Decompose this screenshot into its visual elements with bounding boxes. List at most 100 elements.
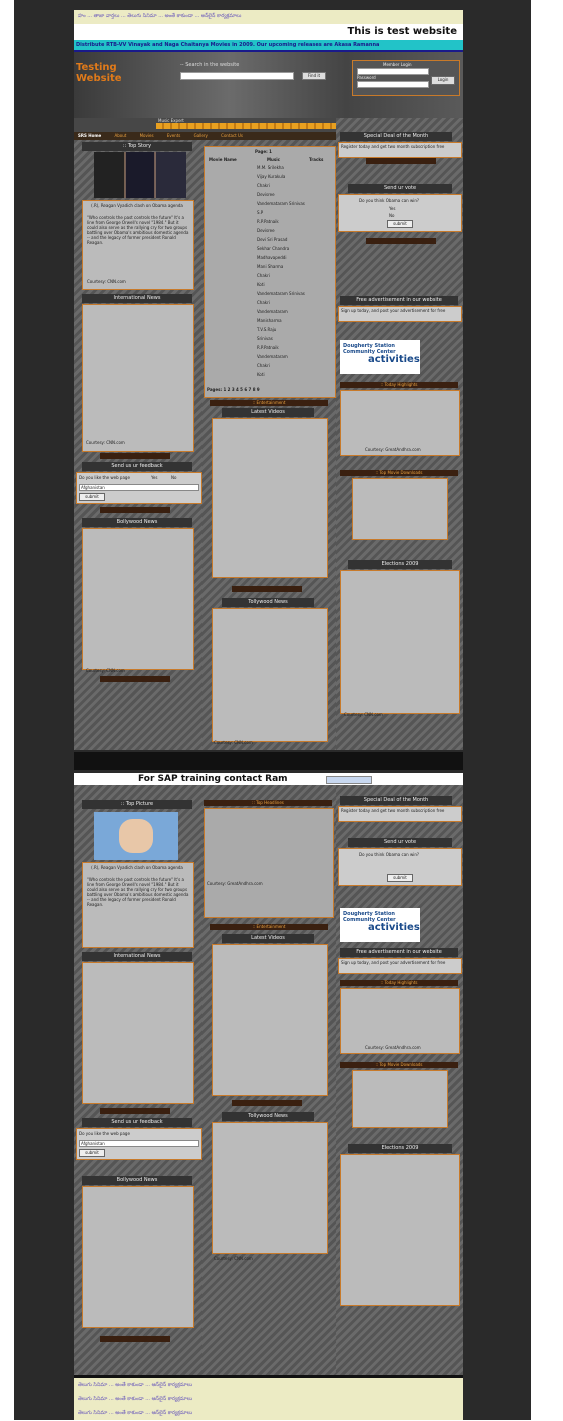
- feedback-header-2: Send us ur feedback: [82, 1118, 192, 1127]
- footer-line-1[interactable]: తెలుగు సినిమా ... అంతే కాకుండా ... ఆన్‌ల…: [74, 1378, 463, 1392]
- login-panel: Member Login Password Login: [352, 60, 460, 96]
- vote-header-2: Send ur vote: [348, 838, 452, 847]
- table-row: Vandemataram: [257, 309, 288, 314]
- videos-more-link[interactable]: [232, 586, 302, 592]
- login-button[interactable]: Login: [431, 76, 455, 85]
- vote-form-2: Do you think Obama can win? submit: [338, 848, 462, 886]
- special-deal-box-2: Register today and get two month subscri…: [338, 806, 462, 822]
- tollywood-news-header-2: Tollywood News: [222, 1112, 314, 1121]
- table-row: Madhavapeddi: [257, 255, 287, 260]
- tollywood-news-header: Tollywood News: [222, 598, 314, 607]
- bollywood-more-link[interactable]: [100, 676, 170, 682]
- table-row: Srinivas: [257, 336, 273, 341]
- table-row: Manisharma: [257, 318, 282, 323]
- table-row: Koti: [257, 282, 265, 287]
- downloads-list-2: [352, 1070, 448, 1128]
- vote-no-radio[interactable]: No: [389, 213, 394, 218]
- site-logo[interactable]: Testing Website: [76, 62, 122, 84]
- vote-yes-radio[interactable]: Yes: [389, 206, 395, 211]
- top-story-courtesy: Courtesy: CNN.com: [87, 279, 126, 284]
- table-row: Vijay Kurakula: [257, 174, 286, 179]
- community-center-ad-2[interactable]: Dougherty Station Community Center activ…: [340, 908, 420, 942]
- table-row: Chakri: [257, 183, 270, 188]
- country-select-2[interactable]: Afghanistan: [79, 1140, 199, 1147]
- table-row: Chakri: [257, 300, 270, 305]
- free-ad-box: Sign up today, and post your advertiseme…: [338, 306, 462, 322]
- table-row: Vandemataram: [257, 354, 288, 359]
- table-row: R.P.Patnaik: [257, 345, 279, 350]
- table-header-tracks: Tracks: [309, 157, 324, 162]
- international-more-link[interactable]: [100, 453, 170, 459]
- top-story-body: "Who controls the past controls the futu…: [87, 215, 189, 245]
- bollywood-news-list-2: [82, 1186, 194, 1328]
- table-row: Vandemataram Srinivas: [257, 201, 305, 206]
- footer-line-2[interactable]: తెలుగు సినిమా ... అంతే కాకుండా ... ఆన్‌ల…: [74, 1392, 463, 1406]
- bollywood-news-header-2: Bollywood News: [82, 1176, 192, 1185]
- table-row: M.M. Srilekha: [257, 165, 284, 170]
- vote-header: Send ur vote: [348, 184, 452, 193]
- table-row: T.V.S.Raju: [257, 327, 277, 332]
- special-deal-more-link[interactable]: [366, 158, 436, 164]
- feedback-submit-button-2[interactable]: submit: [79, 1149, 105, 1157]
- site-header: Testing Website -- Search in the website …: [74, 52, 463, 118]
- top-telugu-banner[interactable]: హం ... తాజా వార్తలు ... తెలుగు సినిమా ..…: [74, 10, 463, 24]
- feedback-no-radio[interactable]: No: [171, 475, 176, 480]
- special-deal-header-2: Special Deal of the Month: [340, 796, 452, 805]
- bollywood-courtesy: Courtesy: CNN.com: [86, 668, 125, 673]
- username-field[interactable]: [357, 68, 429, 75]
- password-field[interactable]: [357, 81, 429, 88]
- nav-item-events[interactable]: Events: [167, 133, 181, 138]
- music-player-strip[interactable]: [156, 123, 361, 129]
- sap-badge[interactable]: [326, 776, 372, 784]
- entertainment-header-2: :: Entertainment: [210, 924, 328, 930]
- elections-courtesy: Courtesy: CNN.com: [344, 712, 383, 717]
- country-select[interactable]: Afghanistan: [79, 484, 199, 491]
- international-more-link-2[interactable]: [100, 1108, 170, 1114]
- search-button[interactable]: Find it: [302, 72, 326, 80]
- top-story-photo[interactable]: [94, 152, 186, 198]
- nav-item-contact[interactable]: Contact Us: [221, 133, 243, 138]
- feedback-submit-button[interactable]: submit: [79, 493, 105, 501]
- login-username-label: Member Login: [383, 62, 412, 67]
- tollywood-news-list: [212, 608, 328, 742]
- nav-item-movies[interactable]: Movies: [140, 133, 154, 138]
- international-news-header-2: International News: [82, 952, 192, 961]
- videos-more-link-2[interactable]: [232, 1100, 302, 1106]
- news-marquee: Distribute RTB-VV Vinayak and Naga Chait…: [74, 40, 463, 52]
- feedback-form: Do you like the web page Yes No Afghanis…: [76, 472, 202, 504]
- table-row: Vandemataram Srinivas: [257, 291, 305, 296]
- vote-submit-button-2[interactable]: submit: [387, 874, 413, 882]
- nav-home[interactable]: SRS Home: [78, 133, 101, 138]
- footer-line-3[interactable]: తెలుగు సినిమా ... అంతే కాకుండా ... ఆన్‌ల…: [74, 1406, 463, 1420]
- table-row: Mani Sharma: [257, 264, 284, 269]
- vote-submit-button[interactable]: submit: [387, 220, 413, 228]
- table-header-music: Music: [267, 157, 280, 162]
- vote-more-link[interactable]: [366, 238, 436, 244]
- nav-item-gallery[interactable]: Gallery: [194, 133, 208, 138]
- highlights-list-2: Courtesy: GreatAndhra.com: [340, 988, 460, 1054]
- feedback-form-2: Do you like the web page Afghanistan sub…: [76, 1128, 202, 1160]
- bollywood-more-link-2[interactable]: [100, 1336, 170, 1342]
- sap-training-banner[interactable]: For SAP training contact Ram: [74, 773, 463, 785]
- international-news-header: International News: [82, 294, 192, 303]
- top-picture-photo[interactable]: [94, 812, 178, 860]
- highlights-header: :: Today Highlights: [340, 382, 458, 388]
- table-pages-nav[interactable]: Pages: 1 2 3 4 5 6 7 8 9: [207, 387, 260, 392]
- top-story-header: :: Top Story: [82, 142, 192, 151]
- bollywood-news-header: Bollywood News: [82, 518, 192, 527]
- site-title-bar: This is test website: [74, 24, 463, 40]
- latest-videos-header-2: Latest Videos: [222, 934, 314, 943]
- feedback-yes-radio[interactable]: Yes: [151, 475, 157, 480]
- tollywood-courtesy-2: Courtesy: CNN.com: [214, 1256, 253, 1261]
- international-courtesy: Courtesy: CNN.com: [86, 440, 125, 445]
- feedback-more-link[interactable]: [100, 507, 170, 513]
- nav-item-about[interactable]: About: [115, 133, 127, 138]
- table-row: Chakri: [257, 273, 270, 278]
- top-story-caption[interactable]: (.R), Reagan Vyadich clash on Obama agen…: [87, 203, 187, 208]
- free-ad-header-2: Free advertisement in our website: [340, 948, 458, 957]
- community-center-ad[interactable]: Dougherty Station Community Center activ…: [340, 340, 420, 374]
- search-input[interactable]: [180, 72, 294, 80]
- table-row: Devisree: [257, 228, 275, 233]
- table-page-label: Page: 1: [255, 149, 272, 154]
- free-ad-box-2: Sign up today, and post your advertiseme…: [338, 958, 462, 974]
